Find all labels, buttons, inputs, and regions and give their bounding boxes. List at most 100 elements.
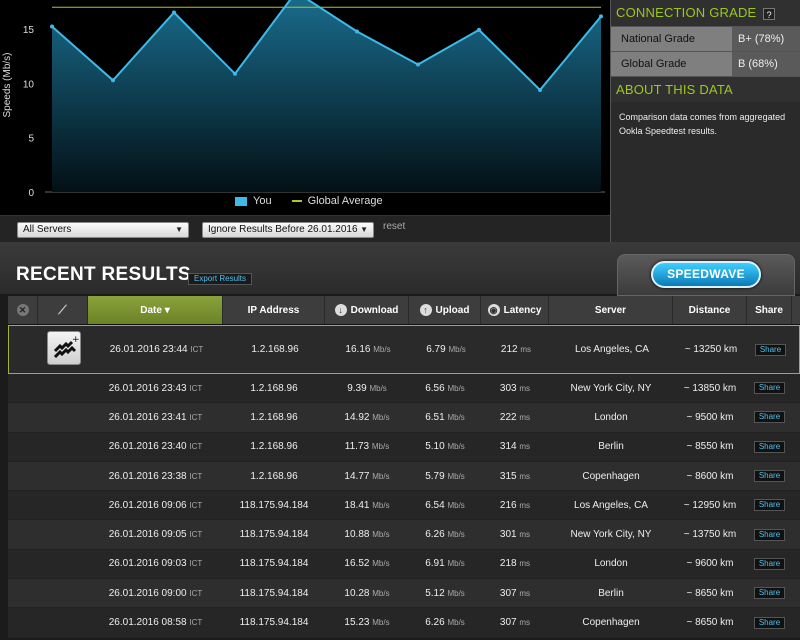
server-cell: Copenhagen (582, 617, 640, 629)
download-unit: Mb/s (371, 442, 390, 452)
table-row[interactable]: 26.01.2016 09:00 ICT 118.175.94.184 10.28 … (8, 579, 800, 609)
upload-cell: 5.79 Mb/s (409, 471, 481, 482)
share-button[interactable]: Share (753, 557, 786, 570)
latency-unit: ms (519, 530, 531, 540)
share-button[interactable]: Share (753, 411, 786, 424)
column-header-latency[interactable]: ◉ Latency (481, 296, 549, 324)
column-header-distance[interactable]: Distance (673, 296, 747, 324)
share-button[interactable]: Share (753, 616, 786, 629)
date-cell: 26.01.2016 08:58 ICT (88, 617, 223, 628)
latency-cell: 301 ms (481, 529, 549, 540)
data-point[interactable] (50, 24, 54, 29)
upload-unit: Mb/s (447, 500, 465, 510)
data-point[interactable] (538, 87, 542, 92)
export-results-button[interactable]: Export Results (188, 273, 253, 285)
ip-cell: 118.175.94.184 (239, 587, 309, 599)
column-header-ip[interactable]: IP Address (223, 296, 325, 324)
data-point[interactable] (233, 71, 237, 76)
share-button[interactable]: Share (753, 528, 786, 541)
data-point[interactable] (477, 27, 481, 32)
download-value: 18.41 (344, 499, 370, 511)
latency-cell: 212 ms (482, 344, 550, 355)
share-button[interactable]: Share (753, 470, 786, 483)
data-point[interactable] (172, 10, 176, 15)
ip-cell: 1.2.168.96 (251, 344, 299, 355)
upload-cell: 6.91 Mb/s (409, 558, 481, 569)
legend-you-label: You (253, 195, 272, 207)
global-grade-label: Global Grade (611, 52, 732, 76)
download-icon: ↓ (334, 304, 347, 317)
data-point[interactable] (355, 29, 359, 34)
share-button[interactable]: Share (753, 382, 786, 395)
table-row[interactable]: 26.01.2016 09:03 ICT 118.175.94.184 16.52 … (8, 549, 800, 580)
speedwave-tab: SPEEDWAVE (617, 254, 795, 296)
column-header-download[interactable]: ↓ Download (325, 296, 409, 324)
upload-value: 6.56 (425, 382, 445, 394)
latency-value: 307 (499, 617, 517, 629)
ip-cell: 1.2.168.96 (250, 470, 298, 482)
server-filter-select[interactable]: All Servers ▼ (17, 222, 189, 238)
close-icon[interactable]: ✕ (16, 304, 29, 317)
column-header-server[interactable]: Server (549, 296, 673, 324)
recent-results-title: RECENT RESULTS (16, 264, 191, 285)
download-unit: Mb/s (372, 559, 390, 569)
server-filter-value: All Servers (23, 224, 72, 235)
speed-chart: Speeds (Mb/s) 15 10 5 0 You Global Average (0, 0, 610, 215)
download-cell: 10.88 Mb/s (325, 529, 409, 540)
date-filter-select[interactable]: Ignore Results Before 26.01.2016 ▼ (202, 222, 374, 238)
upload-value: 5.12 (425, 587, 445, 599)
timezone-label: ICT (189, 588, 203, 598)
column-header-latency-label: Latency (503, 305, 542, 316)
upload-value: 6.26 (425, 617, 445, 629)
data-point[interactable] (599, 14, 603, 19)
speedwave-button[interactable]: SPEEDWAVE (651, 261, 761, 288)
date-cell: 26.01.2016 09:00 ICT (88, 588, 223, 599)
national-grade-value: B+ (78%) (732, 27, 800, 51)
download-unit: Mb/s (373, 345, 391, 354)
distance-cell: ~ 13250 km (684, 344, 738, 355)
download-unit: Mb/s (372, 588, 390, 598)
timezone-label: ICT (189, 500, 203, 510)
share-button[interactable]: Share (753, 499, 786, 512)
latency-unit: ms (519, 383, 531, 393)
table-row[interactable]: 26.01.2016 23:41 ICT 1.2.168.96 14.92 Mb/s… (8, 403, 800, 433)
date-cell: 26.01.2016 23:40 ICT (88, 441, 223, 452)
share-button[interactable]: Share (753, 440, 786, 453)
ip-cell: 118.175.94.184 (239, 529, 309, 541)
column-header-upload[interactable]: ↑ Upload (409, 296, 481, 324)
table-row[interactable]: 26.01.2016 09:05 ICT 118.175.94.184 10.88 … (8, 520, 800, 550)
date-value: 26.01.2016 09:06 (108, 499, 187, 511)
table-row[interactable]: 26.01.2016 23:38 ICT 1.2.168.96 14.77 Mb/s… (8, 461, 800, 492)
table-row[interactable]: 26.01.2016 23:40 ICT 1.2.168.96 11.73 Mb/s… (8, 432, 800, 462)
download-value: 10.28 (344, 587, 370, 599)
table-row[interactable]: 26.01.2016 23:43 ICT 1.2.168.96 9.39 Mb/s 6… (8, 374, 800, 404)
ip-cell: 1.2.168.96 (250, 382, 298, 394)
latency-cell: 314 ms (481, 441, 549, 452)
table-row[interactable]: +26.01.2016 23:44 ICT 1.2.168.96 16.16 Mb/… (8, 325, 800, 374)
reset-link[interactable]: reset (383, 221, 405, 232)
national-grade-row: National Grade B+ (78%) (611, 26, 800, 51)
data-point[interactable] (111, 78, 115, 83)
chevron-down-icon: ▼ (175, 225, 183, 234)
date-value: 26.01.2016 23:43 (108, 382, 187, 394)
distance-cell: ~ 8600 km (686, 470, 734, 482)
date-value: 26.01.2016 09:05 (108, 529, 187, 541)
upload-cell: 6.26 Mb/s (409, 529, 481, 540)
data-point[interactable] (416, 62, 420, 67)
share-cell: Share (747, 616, 792, 629)
download-value: 16.52 (344, 558, 370, 570)
upload-unit: Mb/s (447, 530, 465, 540)
ip-cell: 118.175.94.184 (239, 499, 309, 511)
share-button[interactable]: Share (753, 587, 786, 600)
timezone-label: ICT (189, 412, 203, 422)
share-button[interactable]: Share (754, 343, 787, 356)
table-row[interactable]: 26.01.2016 09:06 ICT 118.175.94.184 18.41 … (8, 491, 800, 521)
ip-cell: 118.175.94.184 (239, 558, 309, 570)
table-row[interactable]: 26.01.2016 08:58 ICT 118.175.94.184 15.23 … (8, 608, 800, 638)
clear-selection-header[interactable]: ✕ (8, 296, 38, 324)
download-unit: Mb/s (372, 530, 390, 540)
column-header-date[interactable]: Date ▾ (88, 296, 223, 324)
chart-legend: You Global Average (235, 195, 383, 207)
help-icon[interactable]: ? (763, 7, 776, 20)
download-cell: 18.41 Mb/s (325, 500, 409, 511)
